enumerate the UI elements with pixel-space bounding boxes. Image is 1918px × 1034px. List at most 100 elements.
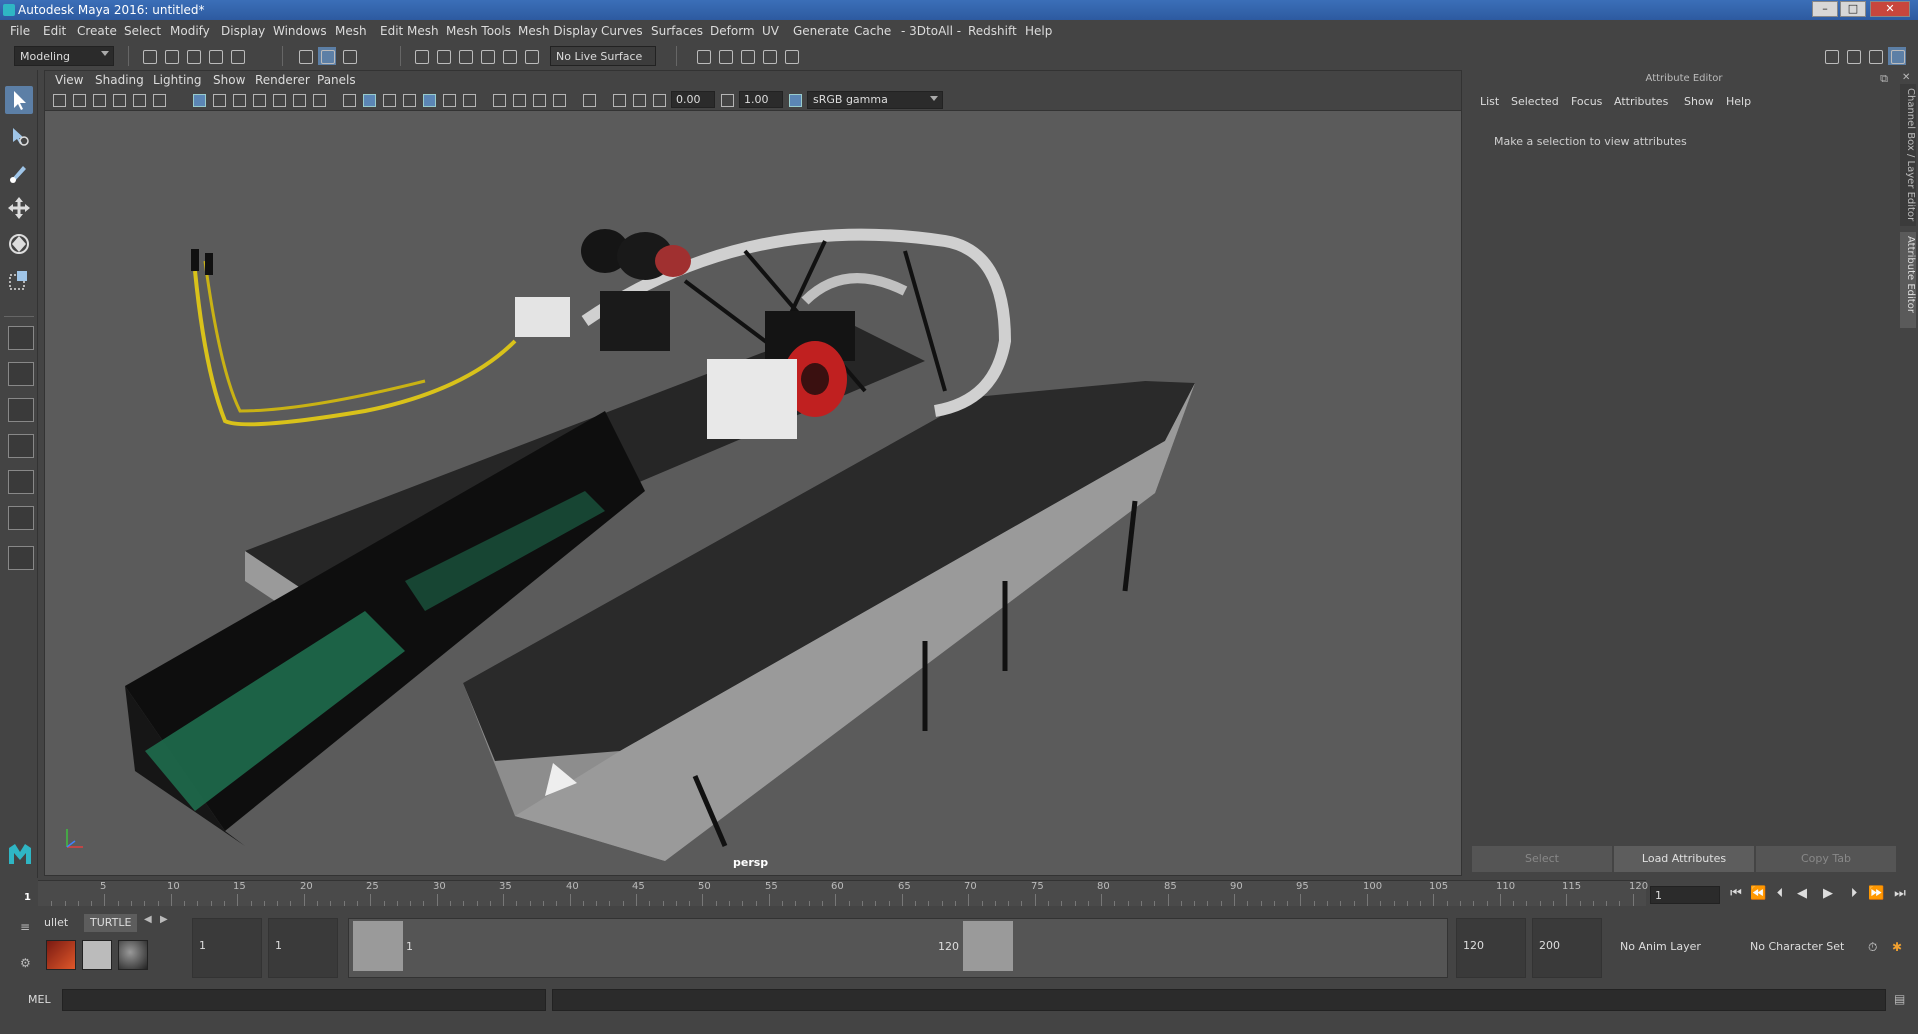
- menu-generate[interactable]: Generate: [793, 24, 849, 38]
- range-end-handle[interactable]: [962, 920, 1014, 972]
- gamma-icon[interactable]: [719, 92, 735, 108]
- panel-float-icon[interactable]: ⧉: [1880, 72, 1888, 86]
- menu-help[interactable]: Help: [1025, 24, 1052, 38]
- gate-mask-icon[interactable]: [251, 92, 267, 108]
- menu-modify[interactable]: Modify: [170, 24, 210, 38]
- select-hierarchy-icon[interactable]: [296, 47, 314, 65]
- load-attributes-button[interactable]: Load Attributes: [1614, 846, 1754, 872]
- menu-edit[interactable]: Edit: [43, 24, 66, 38]
- copy-tab-button[interactable]: Copy Tab: [1756, 846, 1896, 872]
- move-tool-icon[interactable]: [5, 194, 33, 222]
- open-scene-icon[interactable]: [162, 47, 180, 65]
- render-settings-icon[interactable]: [760, 47, 778, 65]
- snap-point-icon[interactable]: [456, 47, 474, 65]
- lasso-tool-icon[interactable]: [5, 122, 33, 150]
- go-to-end-icon[interactable]: ⏭: [1892, 886, 1908, 902]
- motion-blur-icon[interactable]: [511, 92, 527, 108]
- bookmark-icon[interactable]: [91, 92, 107, 108]
- turtle-render-icon[interactable]: [46, 940, 76, 970]
- shadows-icon[interactable]: [461, 92, 477, 108]
- four-view-layout-icon[interactable]: [8, 362, 34, 386]
- grease-pencil-icon[interactable]: [151, 92, 167, 108]
- gamma-field[interactable]: 1.00: [739, 91, 783, 108]
- redo-icon[interactable]: [228, 47, 246, 65]
- grid-icon[interactable]: [191, 92, 207, 108]
- current-frame-field[interactable]: 1: [1650, 886, 1720, 904]
- color-management-icon[interactable]: [787, 92, 803, 108]
- exposure-icon[interactable]: [651, 92, 667, 108]
- custom-layout-icon[interactable]: [8, 546, 34, 570]
- menu-uv[interactable]: UV: [762, 24, 779, 38]
- scale-tool-icon[interactable]: [5, 266, 33, 294]
- screen-space-ao-icon[interactable]: [491, 92, 507, 108]
- persp-outliner-layout-icon[interactable]: [8, 398, 34, 422]
- xray-icon[interactable]: [401, 92, 417, 108]
- modeling-toolkit-icon[interactable]: [1822, 47, 1840, 65]
- mode-selector[interactable]: Modeling: [14, 46, 114, 66]
- lights-icon[interactable]: [441, 92, 457, 108]
- animation-prefs-icon[interactable]: ✱: [1892, 940, 1902, 954]
- step-forward-key-icon[interactable]: ⏵: [1846, 886, 1862, 902]
- safe-action-icon[interactable]: [291, 92, 307, 108]
- menu-surfaces[interactable]: Surfaces: [651, 24, 703, 38]
- attr-menu-help[interactable]: Help: [1726, 95, 1751, 108]
- outliner-layout-icon[interactable]: [8, 470, 34, 494]
- isolate-select-icon[interactable]: [581, 92, 597, 108]
- tab-attribute-editor[interactable]: Attribute Editor: [1900, 232, 1916, 328]
- viewport-menu-shading[interactable]: Shading: [95, 73, 144, 87]
- menu-cache[interactable]: Cache: [854, 24, 891, 38]
- step-forward-icon[interactable]: ⏩: [1868, 886, 1884, 902]
- exposure-field[interactable]: 0.00: [671, 91, 715, 108]
- menu-mesh[interactable]: Mesh: [335, 24, 367, 38]
- xray-active-icon[interactable]: [631, 92, 647, 108]
- hypershade-layout-icon[interactable]: [8, 506, 34, 530]
- menu-edit-mesh[interactable]: Edit Mesh: [380, 24, 439, 38]
- film-gate-icon[interactable]: [211, 92, 227, 108]
- auto-key-icon[interactable]: ⏱: [1868, 940, 1877, 955]
- attribute-editor-toggle-icon[interactable]: [1844, 47, 1862, 65]
- menu-mesh-tools[interactable]: Mesh Tools: [446, 24, 511, 38]
- range-start-handle[interactable]: [352, 920, 404, 972]
- playback-start-field[interactable]: 1: [268, 918, 338, 978]
- anti-aliasing-icon[interactable]: [531, 92, 547, 108]
- shelf-settings-icon[interactable]: ⚙: [20, 956, 31, 970]
- shelf-scroll-left-icon[interactable]: ◀: [144, 914, 152, 925]
- live-surface-field[interactable]: No Live Surface: [550, 46, 656, 66]
- tab-channel-box[interactable]: Channel Box / Layer Editor: [1900, 84, 1916, 226]
- shelf-menu-icon[interactable]: ≡: [20, 920, 30, 934]
- select-component-icon[interactable]: [340, 47, 358, 65]
- menu-windows[interactable]: Windows: [273, 24, 327, 38]
- viewport-menu-lighting[interactable]: Lighting: [153, 73, 202, 87]
- menu-redshift[interactable]: Redshift: [968, 24, 1017, 38]
- anim-layer-selector[interactable]: No Anim Layer: [1620, 918, 1724, 978]
- select-tool-icon[interactable]: [5, 86, 33, 114]
- character-set-selector[interactable]: No Character Set: [1750, 918, 1872, 978]
- menu-deform[interactable]: Deform: [710, 24, 755, 38]
- perspective-viewport[interactable]: View Shading Lighting Show Renderer Pane…: [44, 70, 1462, 876]
- menu-curves[interactable]: Curves: [601, 24, 643, 38]
- image-plane-icon[interactable]: [111, 92, 127, 108]
- maximize-button[interactable]: □: [1840, 1, 1866, 17]
- render-view-icon[interactable]: [694, 47, 712, 65]
- rotate-tool-icon[interactable]: [5, 230, 33, 258]
- close-button[interactable]: ✕: [1870, 1, 1910, 17]
- turtle-shader-icon[interactable]: [118, 940, 148, 970]
- paint-select-tool-icon[interactable]: [5, 158, 33, 186]
- snap-live-icon[interactable]: [500, 47, 518, 65]
- menu-3dtoall[interactable]: - 3DtoAll -: [901, 24, 961, 38]
- new-scene-icon[interactable]: [140, 47, 158, 65]
- menu-display[interactable]: Display: [221, 24, 265, 38]
- time-slider[interactable]: 5 10 15 20 25 30 35 40 45 50 55 60 65 70 75 80 85 90 95 100…: [0, 878, 1918, 908]
- shelf-tab-turtle[interactable]: TURTLE: [84, 914, 138, 932]
- tool-settings-icon[interactable]: [1866, 47, 1884, 65]
- save-scene-icon[interactable]: [184, 47, 202, 65]
- menu-mesh-display[interactable]: Mesh Display: [518, 24, 598, 38]
- command-input[interactable]: [62, 989, 546, 1011]
- attr-menu-show[interactable]: Show: [1684, 95, 1714, 108]
- close-icon[interactable]: ✕: [1902, 72, 1910, 83]
- attr-menu-selected[interactable]: Selected: [1511, 95, 1559, 108]
- color-space-selector[interactable]: sRGB gamma: [807, 91, 943, 109]
- viewport-menu-panels[interactable]: Panels: [317, 73, 356, 87]
- 2d-pan-zoom-icon[interactable]: [131, 92, 147, 108]
- viewport-menu-show[interactable]: Show: [213, 73, 245, 87]
